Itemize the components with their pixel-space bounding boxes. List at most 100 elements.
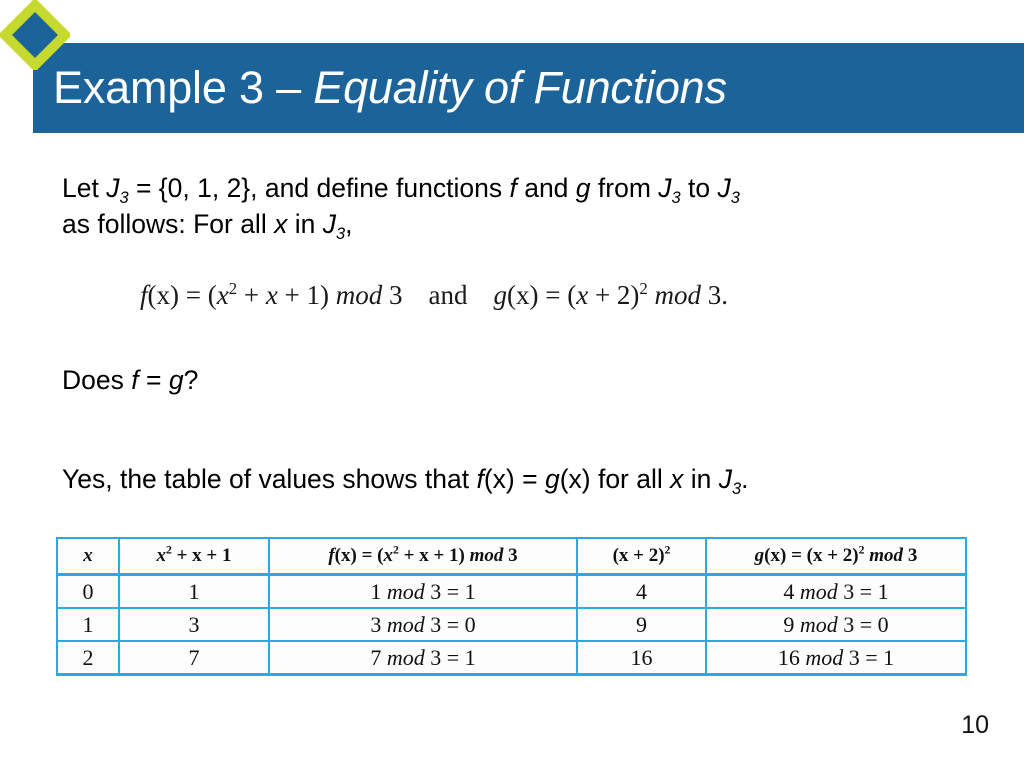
formula-g-mod: mod xyxy=(654,280,702,310)
header-g-eq: = (x + 2) xyxy=(786,545,859,566)
formula-g-plus: + 2) xyxy=(588,280,640,310)
intro-1-part-d: from xyxy=(590,173,659,203)
page-title: Example 3 – Equality of Functions xyxy=(53,62,727,114)
diamond-decoration-icon xyxy=(0,0,72,72)
function-definition-formula: f(x) = (x2 + x + 1) mod 3 and g(x) = (x + … xyxy=(140,280,728,311)
subscript-3: 3 xyxy=(119,189,129,207)
question-text: Does f = g? xyxy=(62,362,198,398)
header-f-arg: (x) xyxy=(334,545,357,566)
symbol-x: x xyxy=(274,209,288,239)
cell-f-num: 3 xyxy=(370,611,387,637)
header-g-mod: mod xyxy=(869,545,904,566)
header-sq-exp: 2 xyxy=(664,543,671,557)
answer-text: Yes, the table of values shows that f(x)… xyxy=(62,461,749,501)
cell-f-value: 7 mod 3 = 1 xyxy=(268,640,578,676)
header-cell-f-definition: f(x) = (x2 + x + 1) mod 3 xyxy=(268,537,578,576)
header-g-symbol: g xyxy=(754,545,765,566)
cell-quadratic: 7 xyxy=(118,640,270,676)
cell-g-mod: mod xyxy=(805,644,844,670)
title-emphasis: Equality of Functions xyxy=(313,62,727,113)
symbol-J-2: J xyxy=(658,173,672,203)
formula-g-exponent: 2 xyxy=(639,279,648,298)
formula-g-arg: (x) xyxy=(507,280,539,310)
formula-g-three: 3. xyxy=(701,280,729,310)
formula-g-x: x xyxy=(576,280,589,310)
table-row: 0 1 1 mod 3 = 1 4 4 mod 3 = 1 xyxy=(56,573,967,609)
cell-f-mod: mod xyxy=(386,644,425,670)
yes-part-c: in xyxy=(683,464,719,494)
symbol-J-3: J xyxy=(717,173,731,203)
yes-part-b: for all xyxy=(590,464,671,494)
intro-1-part-a: Let xyxy=(62,173,107,203)
cell-square: 9 xyxy=(576,607,707,642)
cell-f-result: 3 = 1 xyxy=(424,644,476,670)
header-cell-quadratic: x2 + x + 1 xyxy=(118,537,270,576)
header-sq-expr: (x + 2) xyxy=(612,545,665,566)
subscript-3-c: 3 xyxy=(730,189,740,207)
formula-f-arg: (x) xyxy=(147,280,179,310)
values-table: x x2 + x + 1 f(x) = (x2 + x + 1) mod 3 (… xyxy=(56,537,967,676)
answer-equals: = xyxy=(514,464,545,494)
cell-g-num: 16 xyxy=(777,644,806,670)
formula-g-eq: = ( xyxy=(538,280,577,310)
does-question-mark: ? xyxy=(183,365,199,395)
formula-g-space xyxy=(648,280,655,310)
formula-f-x: x xyxy=(216,280,229,310)
symbol-J: J xyxy=(106,173,120,203)
table-header-row: x x2 + x + 1 f(x) = (x2 + x + 1) mod 3 (… xyxy=(56,537,967,576)
cell-quadratic: 1 xyxy=(118,573,270,609)
question-symbol-g: g xyxy=(168,365,184,395)
intro-text-line-2: as follows: For all x in J3, xyxy=(62,206,352,246)
answer-gx-arg: (x) xyxy=(559,464,591,494)
cell-g-result: 3 = 0 xyxy=(837,611,889,637)
header-quad-rest: + x + 1 xyxy=(171,545,232,566)
yes-part-a: Yes, the table of values shows that xyxy=(62,464,477,494)
cell-g-num: 4 xyxy=(783,578,800,604)
header-cell-x: x xyxy=(56,537,120,576)
formula-f-name: f xyxy=(140,280,148,310)
cell-x: 2 xyxy=(56,640,120,676)
page-number: 10 xyxy=(961,711,989,739)
intro-text-line-1: Let J3 = {0, 1, 2}, and define functions… xyxy=(62,170,740,210)
cell-f-num: 1 xyxy=(370,578,387,604)
cell-g-num: 9 xyxy=(783,611,800,637)
cell-f-result: 3 = 1 xyxy=(424,578,476,604)
intro-2-part-b: in xyxy=(287,209,323,239)
answer-fx-arg: (x) xyxy=(483,464,515,494)
header-cell-g-definition: g(x) = (x + 2)2 mod 3 xyxy=(705,537,967,576)
formula-f-three: 3 xyxy=(382,280,403,310)
symbol-J-4: J xyxy=(322,209,336,239)
does-part-a: Does xyxy=(62,365,132,395)
formula-and-word: and xyxy=(428,280,468,310)
symbol-g: g xyxy=(575,173,591,203)
cell-f-mod: mod xyxy=(386,611,425,637)
intro-1-part-c: and xyxy=(516,173,576,203)
does-equals: = xyxy=(138,365,169,395)
formula-f-exponent: 2 xyxy=(228,279,238,298)
cell-g-value: 4 mod 3 = 1 xyxy=(705,573,967,609)
header-f-rest: + x + 1) xyxy=(398,545,470,566)
header-g-three: 3 xyxy=(903,545,918,566)
yes-period: . xyxy=(741,464,749,494)
subscript-3-d: 3 xyxy=(335,225,346,243)
header-g-arg: (x) xyxy=(764,545,787,566)
cell-x: 0 xyxy=(56,573,120,609)
symbol-f: f xyxy=(509,173,517,203)
header-f-mod: mod xyxy=(469,545,504,566)
answer-symbol-x: x xyxy=(670,464,684,494)
cell-x: 1 xyxy=(56,607,120,642)
formula-f-tail: + 1) xyxy=(277,280,336,310)
cell-square: 16 xyxy=(576,640,707,676)
cell-g-mod: mod xyxy=(799,578,838,604)
cell-f-value: 1 mod 3 = 1 xyxy=(268,573,578,609)
answer-symbol-f: f xyxy=(476,464,484,494)
question-symbol-f: f xyxy=(131,365,139,395)
cell-f-value: 3 mod 3 = 0 xyxy=(268,607,578,642)
cell-g-result: 3 = 1 xyxy=(837,578,889,604)
cell-quadratic: 3 xyxy=(118,607,270,642)
header-f-x: x xyxy=(383,545,393,566)
cell-g-value: 9 mod 3 = 0 xyxy=(705,607,967,642)
intro-1-part-e: to xyxy=(680,173,718,203)
formula-f-mod: mod xyxy=(335,280,383,310)
cell-g-mod: mod xyxy=(799,611,838,637)
